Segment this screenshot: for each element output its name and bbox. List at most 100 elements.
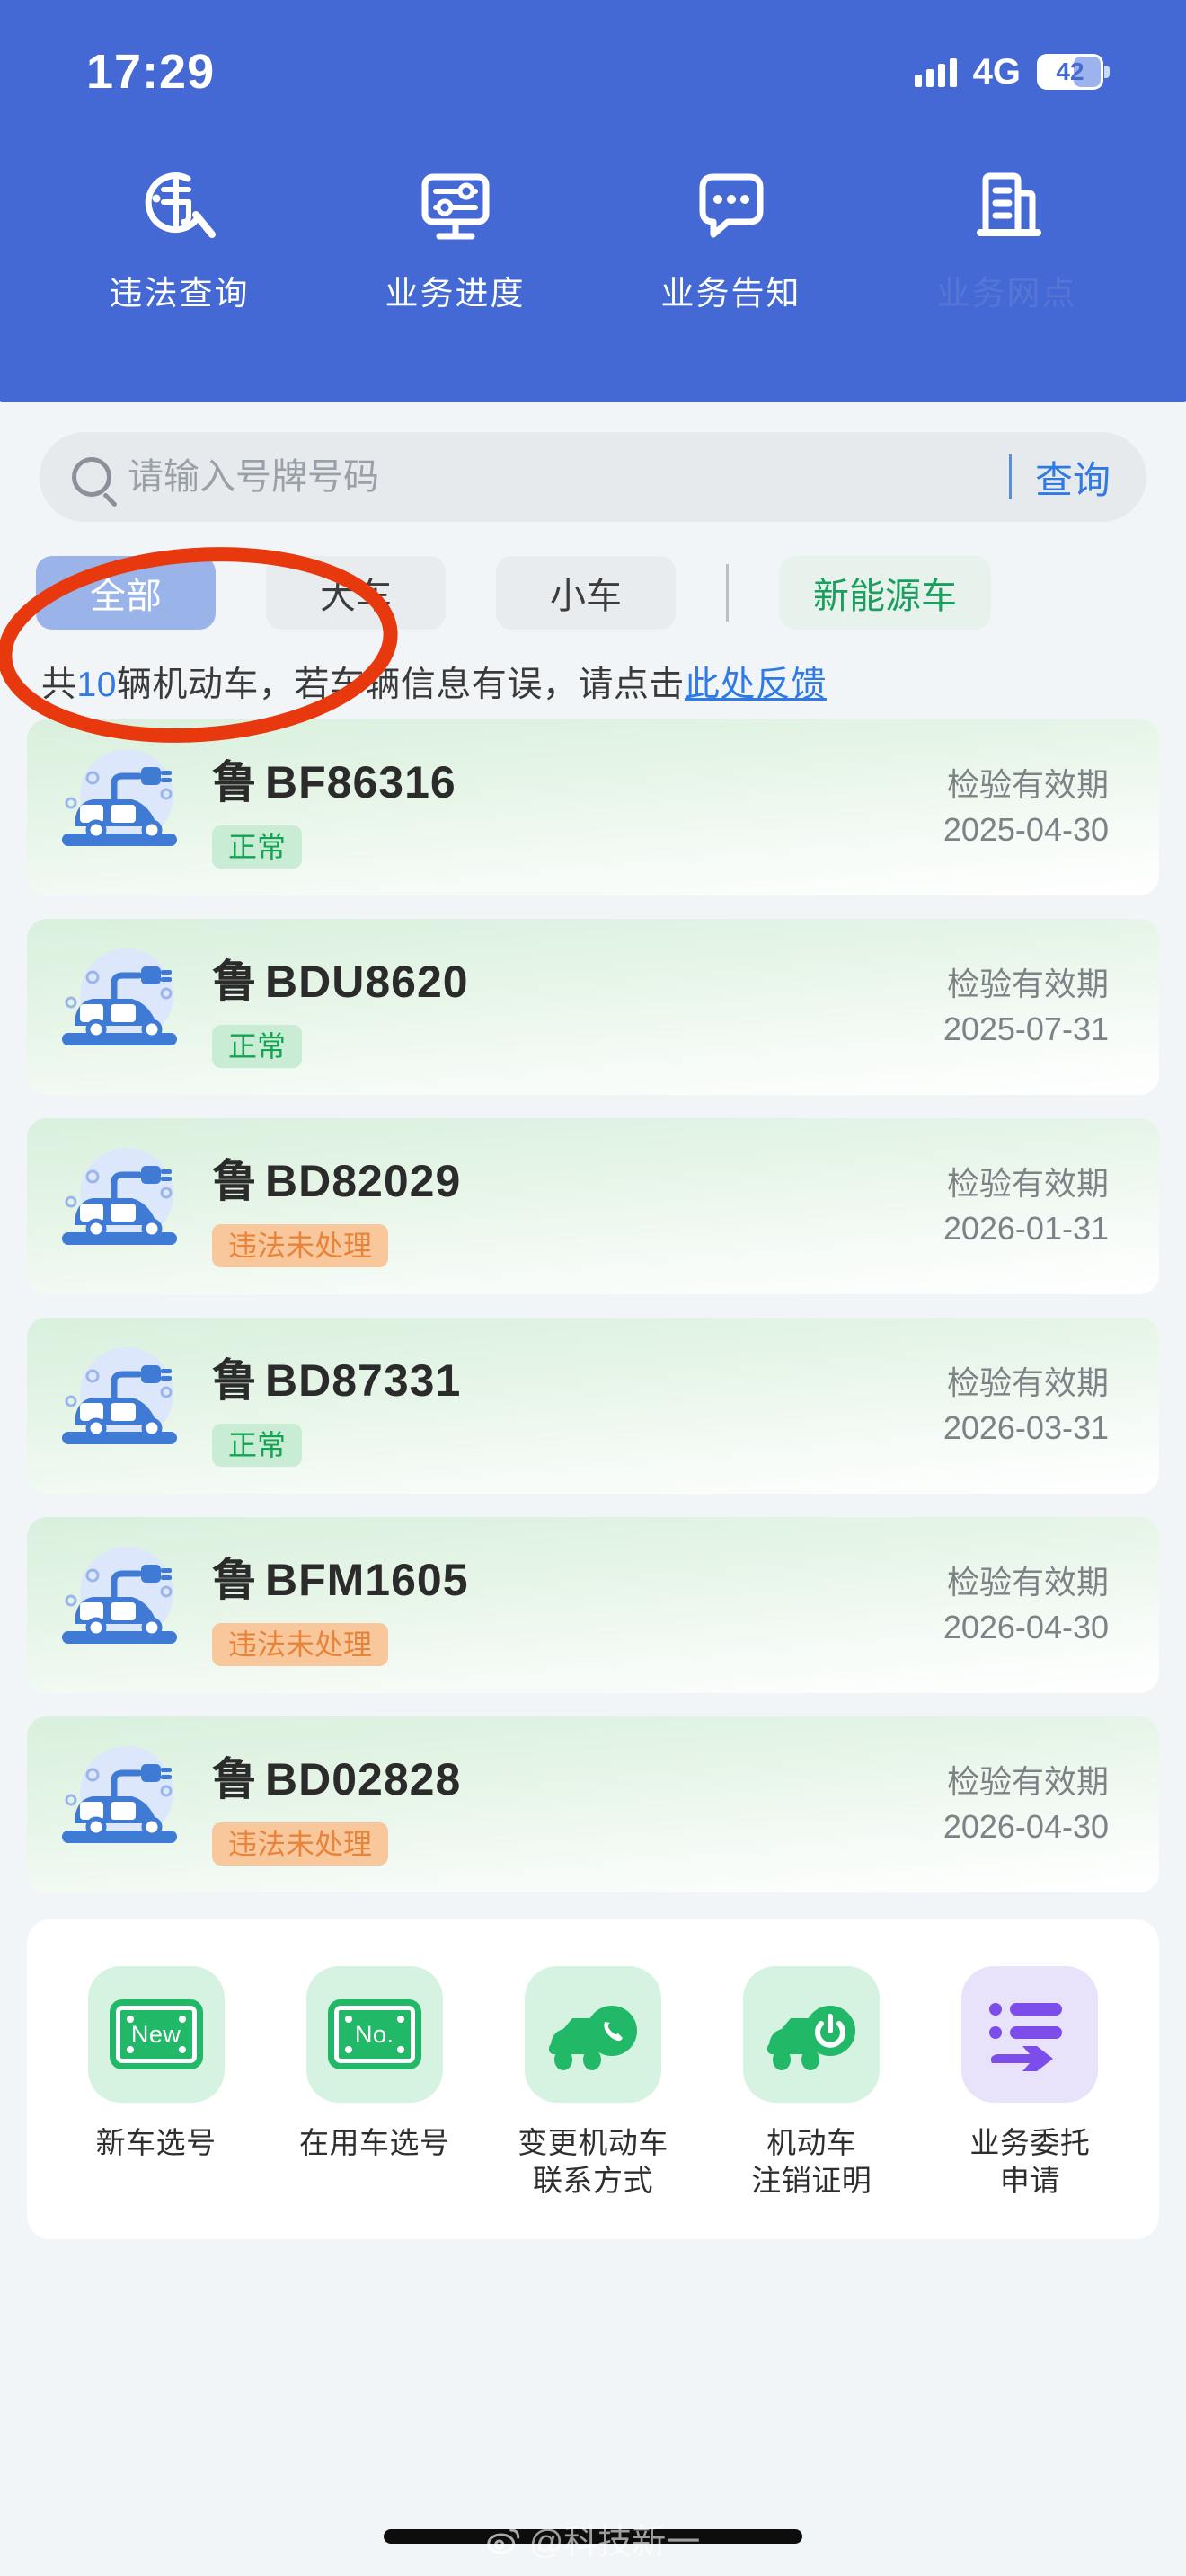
service-label-new-plate: 新车选号 xyxy=(95,2126,217,2159)
filter-chip-large-vehicle[interactable]: 大车 xyxy=(266,556,446,630)
search-section: 查询 xyxy=(0,402,1186,522)
feedback-link[interactable]: 此处反馈 xyxy=(685,666,827,704)
vehicle-card-list: 鲁 BF86316 正常 检验有效期 2025-04-30 鲁 BDU8620 … xyxy=(0,707,1186,1892)
new-plate-glyph: New xyxy=(130,2020,181,2048)
battery-percent-label: 42 xyxy=(1056,57,1084,85)
search-input[interactable] xyxy=(128,456,1000,498)
vehicle-info: 鲁 BD82029 违法未处理 xyxy=(207,1145,782,1267)
electric-car-icon xyxy=(27,940,207,1074)
expiry-label: 检验有效期 xyxy=(946,1164,1109,1202)
plate-province: 鲁 xyxy=(212,1156,258,1206)
inspection-expiry: 检验有效期 2025-07-31 xyxy=(782,962,1159,1053)
status-badge: 违法未处理 xyxy=(212,1224,389,1267)
nav-item-business-notice[interactable]: 业务告知 xyxy=(593,160,869,314)
expiry-label: 检验有效期 xyxy=(946,1563,1109,1601)
plate-number: BFM1605 xyxy=(265,1555,469,1605)
battery-icon: 42 xyxy=(1037,54,1110,90)
filter-chip-all[interactable]: 全部 xyxy=(36,556,216,630)
vehicle-plate: 鲁 BD87331 xyxy=(212,1345,782,1409)
expiry-date: 2026-01-31 xyxy=(943,1210,1109,1247)
plate-province: 鲁 xyxy=(212,1754,258,1804)
vehicle-info: 鲁 BF86316 正常 xyxy=(207,746,782,869)
info-vehicle-count: 10 xyxy=(76,666,117,704)
inspection-expiry: 检验有效期 2025-04-30 xyxy=(782,763,1159,853)
service-existing-plate[interactable]: No. 在用车选号 xyxy=(265,1966,483,2200)
vehicle-plate: 鲁 BFM1605 xyxy=(212,1544,782,1609)
plate-province: 鲁 xyxy=(212,1355,258,1406)
violation-search-icon xyxy=(137,160,223,248)
home-indicator[interactable] xyxy=(384,2529,802,2544)
search-icon xyxy=(72,457,111,497)
nav-item-business-progress[interactable]: 业务进度 xyxy=(317,160,593,314)
plate-province: 鲁 xyxy=(212,757,258,807)
search-submit-button[interactable]: 查询 xyxy=(1035,450,1134,505)
info-prefix: 共 xyxy=(41,666,77,704)
search-divider xyxy=(1008,454,1012,499)
vehicle-info: 鲁 BFM1605 违法未处理 xyxy=(207,1544,782,1666)
vehicle-card[interactable]: 鲁 BD02828 违法未处理 检验有效期 2026-04-30 xyxy=(27,1716,1159,1892)
service-label-delegation-request: 业务委托 申请 xyxy=(969,2126,1091,2198)
inspection-expiry: 检验有效期 2026-04-30 xyxy=(782,1760,1159,1850)
inspection-expiry: 检验有效期 2026-01-31 xyxy=(782,1161,1159,1252)
plate-province: 鲁 xyxy=(212,957,258,1007)
service-new-plate[interactable]: New 新车选号 xyxy=(47,1966,265,2200)
status-badge: 正常 xyxy=(212,1424,303,1467)
plate-number: BD02828 xyxy=(265,1754,462,1804)
expiry-label: 检验有效期 xyxy=(946,965,1109,1002)
electric-car-icon xyxy=(27,1538,207,1672)
service-delegation-request[interactable]: 业务委托 申请 xyxy=(921,1966,1139,2200)
nav-label-business-notice: 业务告知 xyxy=(660,275,801,312)
inspection-expiry: 检验有效期 2026-03-31 xyxy=(782,1361,1159,1451)
vehicle-card[interactable]: 鲁 BD82029 违法未处理 检验有效期 2026-01-31 xyxy=(27,1118,1159,1294)
car-deregister-icon xyxy=(743,1966,881,2103)
service-change-contact[interactable]: 变更机动车 联系方式 xyxy=(483,1966,702,2200)
nav-item-office-branch[interactable]: 业务网点 xyxy=(869,160,1145,314)
vehicle-plate: 鲁 BD82029 xyxy=(212,1145,782,1210)
nav-label-violation-search: 违法查询 xyxy=(109,275,250,312)
business-progress-icon xyxy=(412,160,499,248)
vehicle-info: 鲁 BD87331 正常 xyxy=(207,1345,782,1467)
vehicle-info: 鲁 BD02828 违法未处理 xyxy=(207,1743,782,1866)
vehicle-plate: 鲁 BD02828 xyxy=(212,1743,782,1808)
vehicle-card[interactable]: 鲁 BD87331 正常 检验有效期 2026-03-31 xyxy=(27,1318,1159,1494)
service-label-existing-plate: 在用车选号 xyxy=(299,2126,450,2159)
expiry-label: 检验有效期 xyxy=(946,1363,1109,1401)
nav-label-business-progress: 业务进度 xyxy=(385,275,526,312)
filter-chip-row: 全部 大车 小车 新能源车 xyxy=(0,522,1186,630)
info-middle: 辆机动车，若车辆信息有误，请点击 xyxy=(116,666,685,704)
existing-plate-glyph: No. xyxy=(355,2020,394,2048)
filter-chip-small-vehicle[interactable]: 小车 xyxy=(496,556,676,630)
plate-province: 鲁 xyxy=(212,1555,258,1605)
service-label-deregister-cert: 机动车 注销证明 xyxy=(751,2126,872,2198)
service-deregister-cert[interactable]: 机动车 注销证明 xyxy=(703,1966,921,2200)
filter-chip-divider xyxy=(726,564,729,622)
vehicle-card[interactable]: 鲁 BF86316 正常 检验有效期 2025-04-30 xyxy=(27,719,1159,895)
status-bar-indicators: 4G 42 xyxy=(914,51,1110,93)
plate-number: BF86316 xyxy=(265,757,456,807)
search-bar[interactable]: 查询 xyxy=(40,432,1146,522)
plate-number: BD82029 xyxy=(265,1156,462,1206)
electric-car-icon xyxy=(27,1338,207,1473)
network-type-label: 4G xyxy=(972,51,1021,92)
expiry-date: 2025-07-31 xyxy=(943,1010,1109,1047)
plate-number: BD87331 xyxy=(265,1355,462,1406)
expiry-label: 检验有效期 xyxy=(946,765,1109,803)
vehicle-count-info: 共10辆机动车，若车辆信息有误，请点击此处反馈 xyxy=(0,630,1186,707)
vehicle-card[interactable]: 鲁 BDU8620 正常 检验有效期 2025-07-31 xyxy=(27,919,1159,1095)
expiry-date: 2026-04-30 xyxy=(943,1609,1109,1645)
nav-item-violation-search[interactable]: 违法查询 xyxy=(41,160,317,314)
vehicle-card[interactable]: 鲁 BFM1605 违法未处理 检验有效期 2026-04-30 xyxy=(27,1517,1159,1693)
expiry-date: 2025-04-30 xyxy=(943,811,1109,848)
service-shortcut-panel: New 新车选号 No. 在用车选号 变更机动车 联系方式 机动车 注销证明 业… xyxy=(27,1919,1159,2240)
signal-bars-icon xyxy=(914,57,957,87)
header-nav-grid: 违法查询 业务进度 业务告知 业务网点 xyxy=(0,144,1186,314)
status-bar: 17:29 4G 42 xyxy=(0,0,1186,144)
inspection-expiry: 检验有效期 2026-04-30 xyxy=(782,1560,1159,1651)
vehicle-plate: 鲁 BDU8620 xyxy=(212,946,782,1010)
electric-car-icon xyxy=(27,740,207,875)
car-phone-icon xyxy=(524,1966,661,2103)
filter-chip-new-energy[interactable]: 新能源车 xyxy=(779,556,991,630)
nav-label-office-branch: 业务网点 xyxy=(936,275,1077,312)
electric-car-icon xyxy=(27,1139,207,1274)
business-notice-icon xyxy=(688,160,774,248)
